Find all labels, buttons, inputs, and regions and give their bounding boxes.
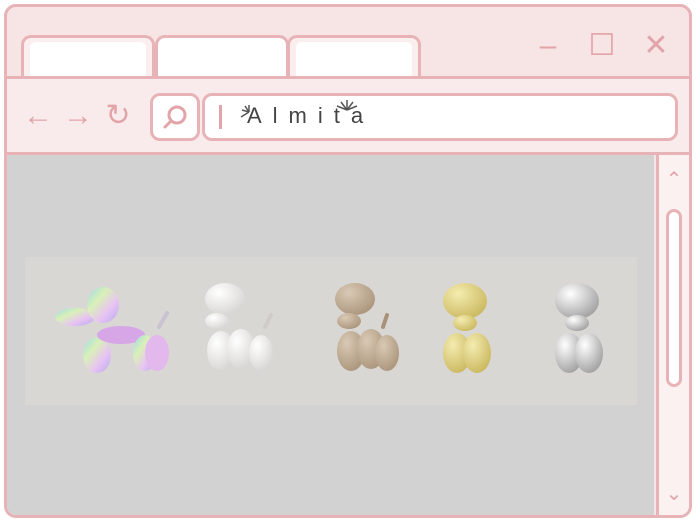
balloon-dogs-illustration <box>55 283 603 373</box>
balloon-dog-white[interactable] <box>205 283 273 371</box>
scroll-up-icon[interactable]: ⌃ <box>659 165 689 195</box>
toolbar: ← → ↻ Almita <box>7 79 689 155</box>
search-button[interactable] <box>150 93 200 141</box>
vertical-scrollbar[interactable]: ⌃ ⌄ <box>656 155 689 515</box>
address-bar[interactable]: Almita <box>202 93 678 141</box>
close-icon[interactable]: ✕ <box>639 29 673 63</box>
tab-1[interactable] <box>21 35 155 79</box>
text-caret <box>219 105 222 129</box>
sunburst-i-dot-icon <box>336 100 358 111</box>
search-icon <box>163 105 187 129</box>
scroll-thumb[interactable] <box>666 209 682 387</box>
scroll-down-icon[interactable]: ⌄ <box>659 479 689 509</box>
maximize-icon[interactable]: ☐ <box>585 29 619 63</box>
back-icon[interactable]: ← <box>21 99 55 133</box>
forward-icon[interactable]: → <box>61 99 95 133</box>
browser-window: – ☐ ✕ ← → ↻ Almita ⌃ ⌄ <box>4 4 692 518</box>
balloon-dog-iridescent[interactable] <box>55 287 169 373</box>
balloon-dog-silver[interactable] <box>555 283 603 373</box>
page-viewport <box>7 155 654 515</box>
tab-2-active[interactable] <box>155 35 289 79</box>
product-banner <box>25 257 637 405</box>
minimize-icon[interactable]: – <box>531 29 565 63</box>
balloon-dog-gold[interactable] <box>443 283 491 373</box>
balloon-dog-wood[interactable] <box>335 283 399 371</box>
tab-3[interactable] <box>287 35 421 79</box>
reload-icon[interactable]: ↻ <box>101 99 135 133</box>
